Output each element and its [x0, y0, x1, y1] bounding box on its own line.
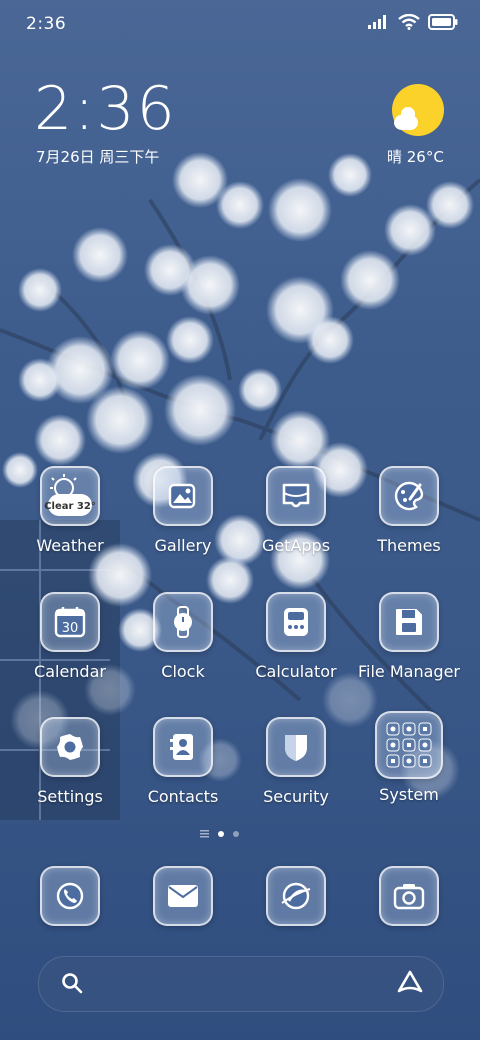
list-icon — [200, 830, 209, 838]
wifi-icon — [398, 14, 420, 30]
search-icon[interactable] — [60, 971, 84, 995]
app-settings[interactable]: Settings — [15, 717, 125, 806]
weather-icon: Clear 32° — [40, 466, 100, 526]
app-label: Settings — [37, 787, 103, 806]
search-bar[interactable] — [38, 956, 444, 1012]
cloud-icon — [394, 107, 418, 130]
security-icon — [266, 717, 326, 777]
page-indicator[interactable] — [200, 830, 239, 838]
status-icons — [368, 14, 458, 30]
weather-widget-temp: 晴 26°C — [387, 148, 444, 166]
app-file-manager[interactable]: File Manager — [354, 592, 464, 681]
app-clock[interactable]: Clock — [128, 592, 238, 681]
phone-icon — [40, 866, 100, 926]
calculator-icon — [266, 592, 326, 652]
dock-camera[interactable] — [354, 866, 464, 926]
app-label: Calendar — [34, 662, 106, 681]
assistant-icon[interactable] — [396, 969, 424, 995]
gallery-icon — [153, 466, 213, 526]
page-dot-active — [218, 831, 224, 837]
calendar-icon: 30 — [40, 592, 100, 652]
weather-badge: Clear 32° — [44, 501, 96, 512]
app-label: Themes — [377, 536, 441, 555]
browser-icon — [266, 866, 326, 926]
dock-phone[interactable] — [15, 866, 125, 926]
battery-icon — [428, 14, 458, 30]
app-label: Weather — [36, 536, 104, 555]
dock-messages[interactable] — [128, 866, 238, 926]
camera-icon — [379, 866, 439, 926]
app-calculator[interactable]: Calculator — [241, 592, 351, 681]
status-bar-time: 2:36 — [26, 14, 67, 34]
app-label: Gallery — [154, 536, 212, 555]
app-weather[interactable]: Clear 32° Weather — [15, 466, 125, 555]
folder-icon — [375, 711, 443, 779]
messages-icon — [153, 866, 213, 926]
calendar-day: 30 — [62, 621, 79, 636]
home-screen: 2:36 2:36 7月26日 周三下午 晴 26°C Clear 32° We… — [0, 0, 480, 1040]
app-themes[interactable]: Themes — [354, 466, 464, 555]
page-dot — [233, 831, 239, 837]
app-gallery[interactable]: Gallery — [128, 466, 238, 555]
signal-icon — [368, 15, 386, 29]
app-label: Clock — [161, 662, 205, 681]
app-contacts[interactable]: Contacts — [128, 717, 238, 806]
dock-browser[interactable] — [241, 866, 351, 926]
app-label: Security — [263, 787, 329, 806]
getapps-icon — [266, 466, 326, 526]
app-label: File Manager — [358, 662, 460, 681]
file-manager-icon — [379, 592, 439, 652]
clock-widget-date[interactable]: 7月26日 周三下午 — [36, 146, 159, 167]
app-folder-system[interactable]: System — [354, 711, 464, 804]
clock-widget-time[interactable]: 2:36 — [34, 76, 177, 142]
app-security[interactable]: Security — [241, 717, 351, 806]
contacts-icon — [153, 717, 213, 777]
app-label: Calculator — [255, 662, 337, 681]
themes-icon — [379, 466, 439, 526]
app-label: GetApps — [261, 536, 331, 555]
app-getapps[interactable]: GetApps — [241, 466, 351, 555]
app-calendar[interactable]: 30 Calendar — [15, 592, 125, 681]
app-label: System — [379, 785, 439, 804]
clock-icon — [153, 592, 213, 652]
app-label: Contacts — [147, 787, 219, 806]
settings-icon — [40, 717, 100, 777]
